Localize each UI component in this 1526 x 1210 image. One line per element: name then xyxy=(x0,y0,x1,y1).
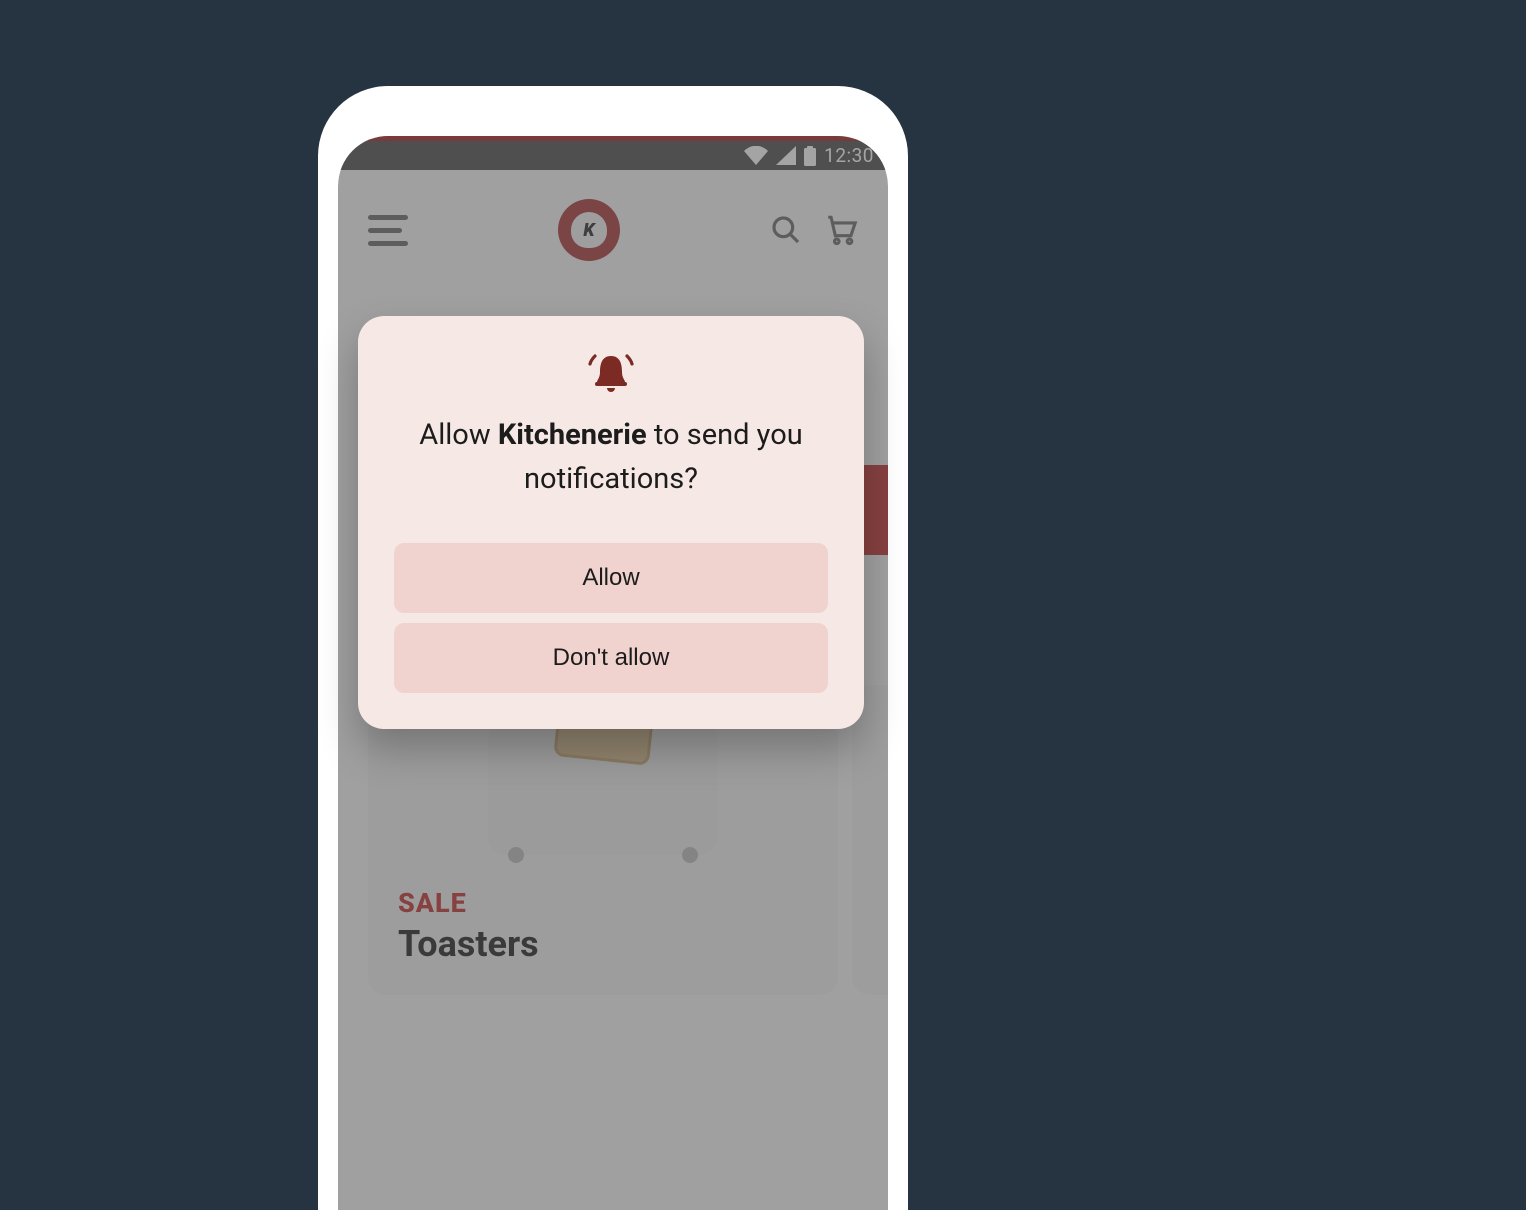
notification-bell-icon xyxy=(587,350,635,394)
deny-button[interactable]: Don't allow xyxy=(394,623,828,693)
dialog-app-name: Kitchenerie xyxy=(498,418,647,452)
dialog-message: Allow Kitchenerie to send you notificati… xyxy=(394,414,828,501)
allow-button[interactable]: Allow xyxy=(394,543,828,613)
notification-permission-dialog: Allow Kitchenerie to send you notificati… xyxy=(358,316,864,729)
dialog-prefix: Allow xyxy=(419,418,498,452)
